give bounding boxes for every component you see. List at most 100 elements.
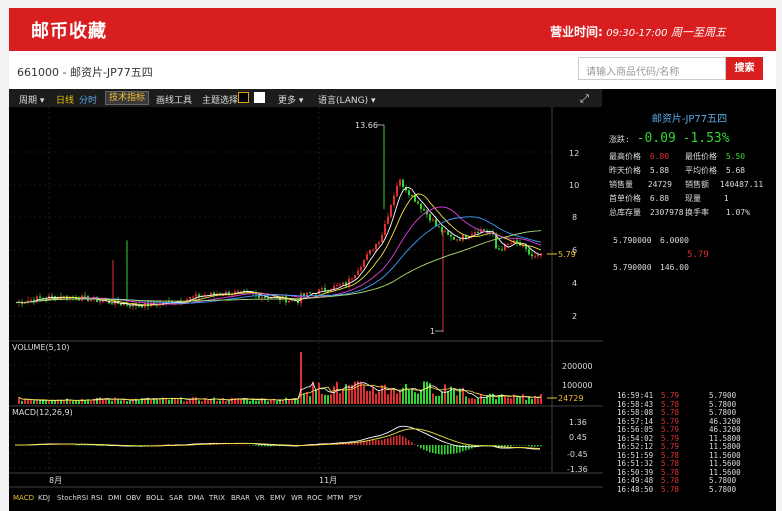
volume-bar (507, 397, 509, 404)
ma20-line (15, 206, 542, 305)
volume-bar (537, 398, 539, 404)
macd-bar (78, 445, 80, 446)
candle-body (477, 232, 479, 234)
volume-bar (474, 398, 476, 404)
macd-bar (66, 444, 68, 446)
ma60-line (15, 230, 542, 304)
volume-bar (438, 395, 440, 404)
indicator-boll: BOLL (146, 494, 164, 502)
candle-body (261, 296, 263, 299)
volume-bar (75, 400, 77, 404)
candle-body (339, 284, 341, 286)
candle-body (501, 249, 503, 251)
volume-bar (387, 394, 389, 404)
low-price-label: 1 (430, 327, 435, 336)
period-menu[interactable]: 周期 ▾ (19, 93, 44, 106)
macd-bar (372, 440, 374, 445)
volume-bar (306, 391, 308, 404)
indicator-bar: MACD KDJ StochRSI RSI DMI OBV BOLL SAR D… (13, 494, 363, 502)
turnover-label: 换手率 (685, 208, 709, 217)
volume-bar (390, 388, 392, 404)
volume-bar (426, 381, 428, 404)
volume-bar (363, 384, 365, 404)
volume-bar (99, 397, 101, 404)
volume-bar (315, 389, 317, 404)
trade-list: 16:59:41 5.79 5.7900 16:58:43 5.78 5.7800 16:5… (617, 391, 767, 495)
macd-bar (402, 436, 404, 445)
time-share-tab[interactable]: 分时 (79, 93, 97, 106)
volume-bar (231, 397, 233, 404)
chart-canvas[interactable]: VOLUME(5,10) MACD(12,26,9) 12 10 8 6 4 2… (9, 107, 603, 511)
candle-body (378, 242, 380, 244)
candle-body (363, 259, 365, 267)
volume-bar (42, 400, 44, 404)
volume-bar (201, 401, 203, 404)
volume-bar (51, 400, 53, 404)
moving-averages (15, 187, 542, 307)
candle-body (240, 290, 242, 292)
macd-bar (231, 444, 233, 446)
volume-bar (303, 393, 305, 404)
macd-bar (216, 444, 218, 445)
candle-body (408, 190, 410, 196)
volume-bar (435, 395, 437, 404)
volume-bar (357, 381, 359, 404)
trading-terminal: 周期 ▾ 日线 分时 技术指标 画线工具 主题选择 更多 ▾ 语言(LANG) … (9, 89, 776, 511)
macd-bar (243, 444, 245, 446)
volume-bar (366, 390, 368, 404)
candle-body (51, 295, 53, 297)
volume-bar (45, 400, 47, 404)
candle-body (366, 254, 368, 260)
brand-logo[interactable]: 邮币收藏 (31, 17, 107, 43)
volume-bar (495, 399, 497, 404)
drawing-tools-button[interactable]: 画线工具 (156, 93, 192, 106)
hours-days: 周一至周五 (671, 26, 726, 39)
volume-bar (207, 400, 209, 404)
candle-body (84, 295, 86, 297)
macd-tick: 1.36 (569, 418, 587, 427)
change-row: 涨跌: -0.09 -1.53% (609, 131, 730, 146)
ma30-line (15, 216, 542, 304)
indicator-dma: DMA (188, 494, 204, 502)
prev-value: 5.88 (649, 166, 670, 175)
theme-dark-swatch[interactable] (238, 92, 249, 103)
fullscreen-icon[interactable]: ⤢ (580, 92, 589, 106)
volume-bar (531, 398, 533, 404)
more-menu[interactable]: 更多 ▾ (278, 93, 303, 106)
macd-bar (363, 441, 365, 445)
business-hours: 营业时间: 09:30-17:00 周一至周五 (550, 23, 726, 40)
candle-body (450, 234, 452, 237)
candle-body (237, 291, 239, 293)
candle-body (285, 296, 287, 303)
volume-bar (177, 398, 179, 404)
buy-qty: 146.00 (660, 263, 689, 272)
candle-body (342, 282, 344, 285)
macd-bar (468, 445, 470, 450)
sell-price: 5.790000 (613, 236, 652, 245)
volume-bar (21, 400, 23, 404)
candle-body (78, 299, 80, 301)
low-value: 5.50 (725, 152, 746, 161)
macd-bar (438, 445, 440, 455)
volume-bar (63, 400, 65, 404)
candle-body (456, 239, 458, 241)
search-button[interactable]: 搜索 (726, 57, 763, 80)
volume-bar (516, 397, 518, 404)
macd-bar (537, 445, 539, 447)
language-menu[interactable]: 语言(LANG) ▾ (318, 93, 376, 106)
volume-bar (399, 391, 401, 404)
volume-bar (324, 394, 326, 404)
tech-indicator-button[interactable]: 技术指标 (105, 91, 150, 105)
daily-line-tab[interactable]: 日线 (56, 93, 74, 106)
volume-bar (114, 397, 116, 404)
product-code-title: 661000 - 邮资片-JP77五四 (17, 66, 153, 79)
volume-bar (30, 399, 32, 404)
search-input[interactable]: 请输入商品代码/名称 (578, 57, 726, 80)
candle-body (189, 297, 191, 300)
candle-body (288, 300, 290, 303)
price-tick: 2 (572, 312, 577, 321)
macd-bar (408, 440, 410, 445)
theme-light-swatch[interactable] (254, 92, 265, 103)
current-qty-label: 现量 (685, 194, 701, 203)
volume-bars (18, 352, 542, 404)
